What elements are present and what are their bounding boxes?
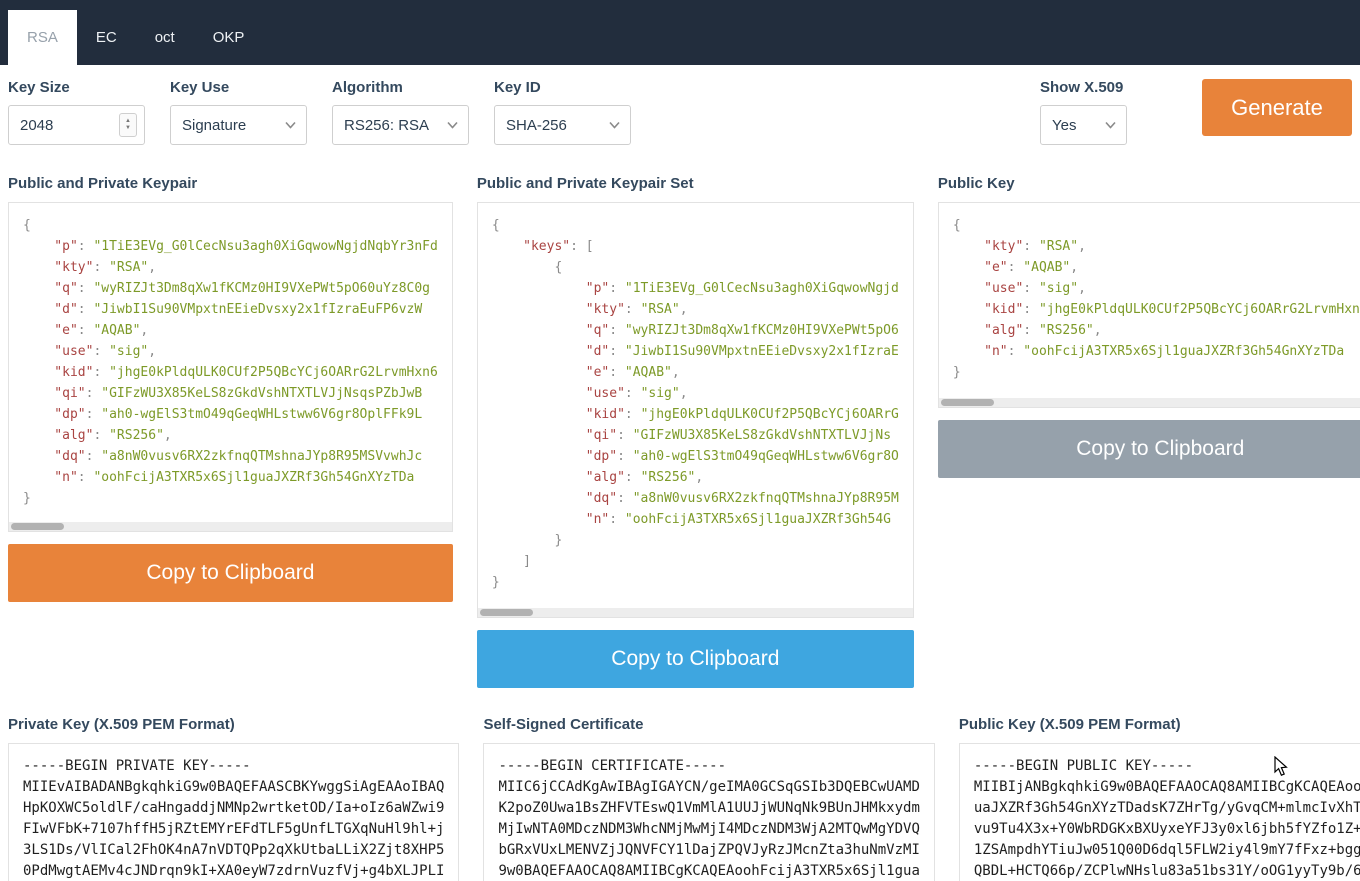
scrollbar-thumb[interactable]: [11, 523, 64, 530]
public-pem-column: Public Key (X.509 PEM Format) -----BEGIN…: [959, 716, 1360, 881]
private-pem-title: Private Key (X.509 PEM Format): [8, 716, 459, 733]
certificate-column: Self-Signed Certificate -----BEGIN CERTI…: [483, 716, 934, 881]
keypair-set-title: Public and Private Keypair Set: [477, 175, 914, 192]
algorithm-select[interactable]: RS256: RSA: [332, 105, 469, 145]
key-use-select[interactable]: Signature: [170, 105, 307, 145]
show-x509-value: Yes: [1052, 117, 1076, 134]
chevron-down-icon: [285, 122, 296, 129]
algorithm-group: Algorithm RS256: RSA: [332, 79, 469, 145]
key-use-group: Key Use Signature: [170, 79, 307, 145]
keypair-set-column: Public and Private Keypair Set { "keys":…: [477, 175, 914, 688]
keypair-title: Public and Private Keypair: [8, 175, 453, 192]
chevron-down-icon: [447, 122, 458, 129]
certificate-block: -----BEGIN CERTIFICATE----- MIIC6jCCAdKg…: [483, 743, 934, 881]
key-size-label: Key Size: [8, 79, 145, 96]
horizontal-scrollbar[interactable]: [478, 608, 913, 617]
show-x509-label: Show X.509: [1040, 79, 1127, 96]
algorithm-value: RS256: RSA: [344, 117, 429, 134]
stepper-up-icon[interactable]: ▲: [125, 118, 131, 125]
public-pem-title: Public Key (X.509 PEM Format): [959, 716, 1360, 733]
private-pem-column: Private Key (X.509 PEM Format) -----BEGI…: [8, 716, 459, 881]
public-pem-block: -----BEGIN PUBLIC KEY----- MIIBIjANBgkqh…: [959, 743, 1360, 881]
keypair-set-json-block: { "keys": [ { "p": "1TiE3EVg_G0lCecNsu3a…: [477, 202, 914, 618]
copy-public-key-button[interactable]: Copy to Clipboard: [938, 420, 1360, 478]
public-key-json-content: { "kty": "RSA", "e": "AQAB", "use": "sig…: [939, 203, 1360, 383]
key-id-select[interactable]: SHA-256: [494, 105, 631, 145]
json-results-row: Public and Private Keypair { "p": "1TiE3…: [0, 175, 1360, 688]
public-key-json-block: { "kty": "RSA", "e": "AQAB", "use": "sig…: [938, 202, 1360, 408]
keypair-json-block: { "p": "1TiE3EVg_G0lCecNsu3agh0XiGqwowNg…: [8, 202, 453, 532]
generator-controls: Key Size ▲▼ Key Use Signature Algorithm …: [0, 65, 1360, 145]
copy-keypair-set-button[interactable]: Copy to Clipboard: [477, 630, 914, 688]
key-type-tab-bar: RSA EC oct OKP: [0, 0, 1360, 65]
key-size-value[interactable]: [20, 117, 118, 134]
public-key-title: Public Key: [938, 175, 1360, 192]
certificate-content: -----BEGIN CERTIFICATE----- MIIC6jCCAdKg…: [484, 744, 933, 881]
key-use-value: Signature: [182, 117, 246, 134]
key-id-value: SHA-256: [506, 117, 567, 134]
keypair-set-json-content: { "keys": [ { "p": "1TiE3EVg_G0lCecNsu3a…: [478, 203, 913, 593]
certificate-title: Self-Signed Certificate: [483, 716, 934, 733]
public-pem-content: -----BEGIN PUBLIC KEY----- MIIBIjANBgkqh…: [960, 744, 1360, 881]
tab-oct[interactable]: oct: [136, 10, 194, 65]
tab-rsa[interactable]: RSA: [8, 10, 77, 65]
stepper-down-icon[interactable]: ▼: [125, 125, 131, 132]
key-id-group: Key ID SHA-256: [494, 79, 631, 145]
pem-results-row: Private Key (X.509 PEM Format) -----BEGI…: [0, 716, 1360, 881]
key-use-label: Key Use: [170, 79, 307, 96]
public-key-column: Public Key { "kty": "RSA", "e": "AQAB", …: [938, 175, 1360, 478]
tab-ec[interactable]: EC: [77, 10, 136, 65]
copy-keypair-button[interactable]: Copy to Clipboard: [8, 544, 453, 602]
private-pem-content: -----BEGIN PRIVATE KEY----- MIIEvAIBADAN…: [9, 744, 458, 881]
scrollbar-thumb[interactable]: [941, 399, 994, 406]
horizontal-scrollbar[interactable]: [9, 522, 452, 531]
keypair-column: Public and Private Keypair { "p": "1TiE3…: [8, 175, 453, 602]
number-stepper[interactable]: ▲▼: [119, 113, 137, 137]
algorithm-label: Algorithm: [332, 79, 469, 96]
scrollbar-thumb[interactable]: [480, 609, 533, 616]
tab-okp[interactable]: OKP: [194, 10, 264, 65]
private-pem-block: -----BEGIN PRIVATE KEY----- MIIEvAIBADAN…: [8, 743, 459, 881]
key-id-label: Key ID: [494, 79, 631, 96]
chevron-down-icon: [609, 122, 620, 129]
key-size-input[interactable]: ▲▼: [8, 105, 145, 145]
show-x509-select[interactable]: Yes: [1040, 105, 1127, 145]
show-x509-group: Show X.509 Yes: [1040, 79, 1127, 145]
keypair-json-content: { "p": "1TiE3EVg_G0lCecNsu3agh0XiGqwowNg…: [9, 203, 452, 509]
chevron-down-icon: [1105, 122, 1116, 129]
horizontal-scrollbar[interactable]: [939, 398, 1360, 407]
key-size-group: Key Size ▲▼: [8, 79, 145, 145]
generate-button[interactable]: Generate: [1202, 79, 1352, 136]
